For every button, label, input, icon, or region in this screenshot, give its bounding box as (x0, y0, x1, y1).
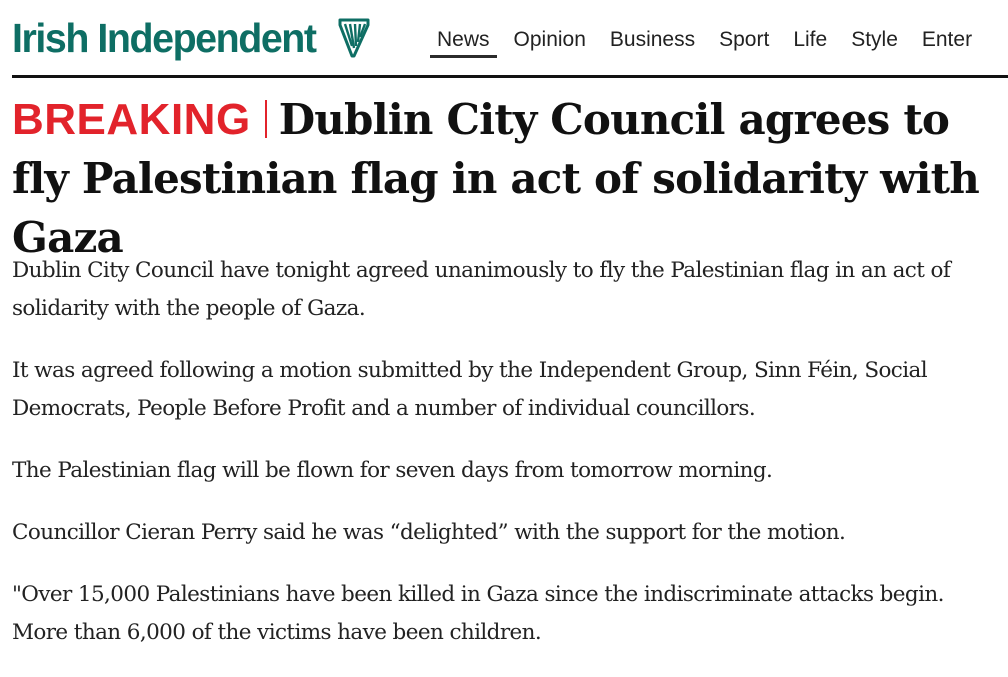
nav-item-entertainment[interactable]: Enter (915, 26, 979, 58)
main-nav: News Opinion Business Sport Life Style E… (430, 26, 989, 58)
nav-item-sport[interactable]: Sport (712, 26, 776, 58)
article-paragraph: It was agreed following a motion submitt… (12, 358, 928, 421)
site-header: Irish Independent News Opinion Business … (12, 0, 1008, 78)
nav-item-news[interactable]: News (430, 26, 497, 58)
article-paragraph: Dublin City Council have tonight agreed … (12, 258, 951, 321)
headline-divider (264, 100, 267, 138)
article-paragraph: The Palestinian flag will be flown for s… (12, 458, 773, 483)
site-logo[interactable]: Irish Independent (12, 14, 372, 62)
nav-item-opinion[interactable]: Opinion (507, 26, 593, 58)
breaking-label: BREAKING (12, 95, 251, 144)
article-paragraph: "Over 15,000 Palestinians have been kill… (12, 582, 944, 645)
harp-icon (338, 18, 370, 58)
nav-item-style[interactable]: Style (844, 26, 905, 58)
nav-item-life[interactable]: Life (786, 26, 834, 58)
nav-item-business[interactable]: Business (603, 26, 702, 58)
logo-text: Irish Independent (12, 15, 317, 61)
article-body: Dublin City Council have tonight agreed … (12, 252, 1002, 676)
article-paragraph: Councillor Cieran Perry said he was “del… (12, 520, 846, 545)
article-headline: BREAKING Dublin City Council agrees to fl… (12, 90, 1002, 267)
